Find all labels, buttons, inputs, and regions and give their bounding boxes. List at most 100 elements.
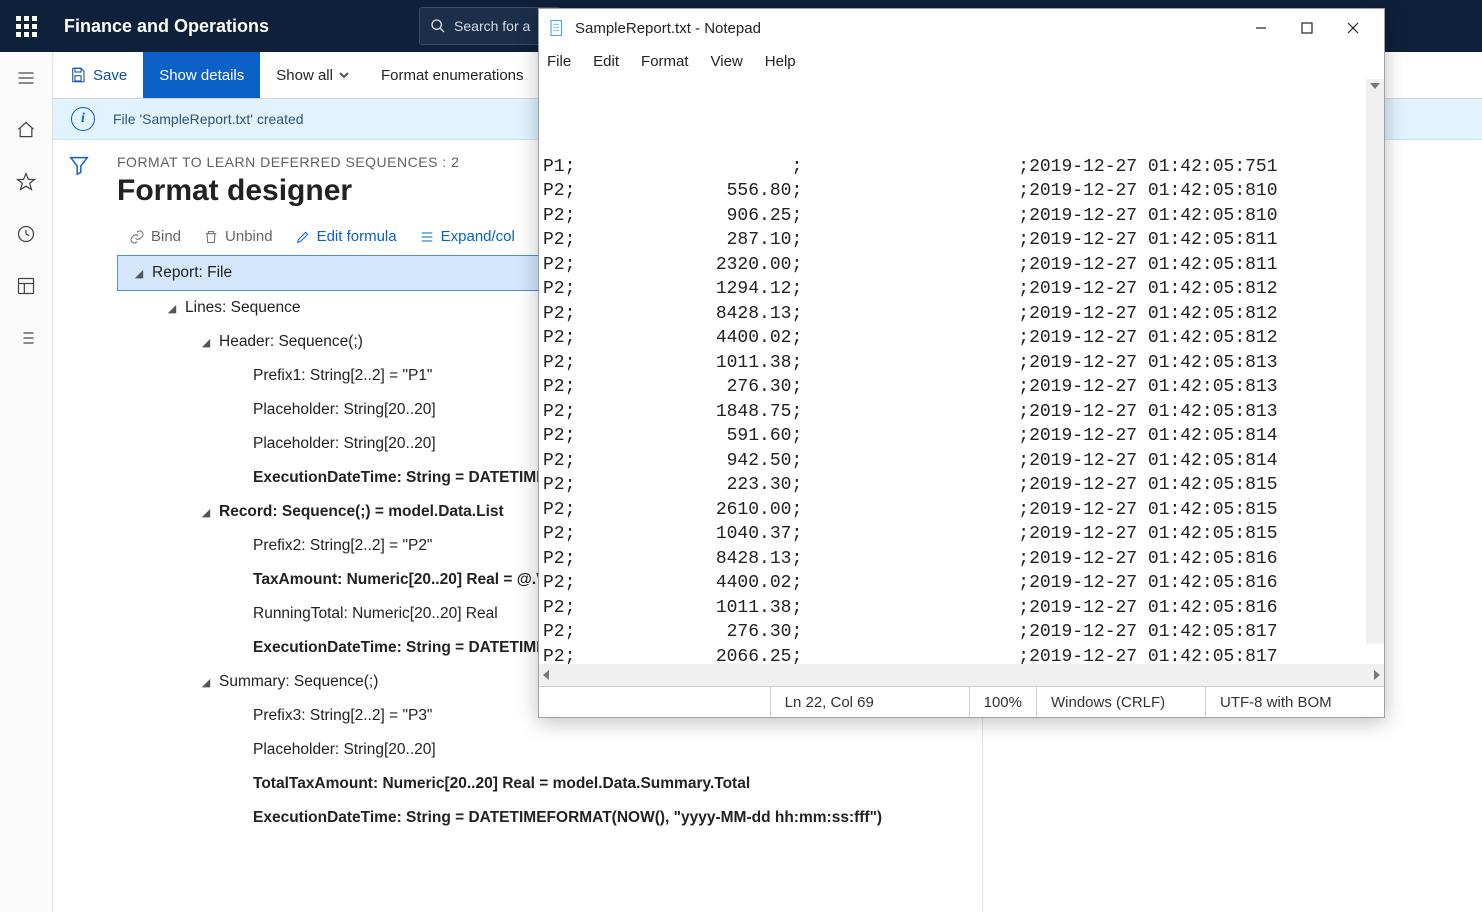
notepad-line: P2; 4400.02; ;2019-12-27 01:42:05:812 [543,326,1384,351]
notepad-title: SampleReport.txt - Notepad [575,20,1238,37]
notepad-line: P2; 276.30; ;2019-12-27 01:42:05:813 [543,375,1384,400]
notepad-line: P2; 906.25; ;2019-12-27 01:42:05:810 [543,204,1384,229]
message-text: File 'SampleReport.txt' created [113,111,304,127]
format-enumerations-button[interactable]: Format enumerations [365,52,540,98]
notepad-line: P2; 2320.00; ;2019-12-27 01:42:05:811 [543,253,1384,278]
scroll-right-arrow[interactable] [1374,670,1380,680]
nav-favorites-button[interactable] [0,156,52,208]
show-details-button[interactable]: Show details [143,52,260,98]
nav-expand-button[interactable] [0,52,52,104]
status-position: Ln 22, Col 69 [770,687,969,717]
notepad-line: P2; 223.30; ;2019-12-27 01:42:05:815 [543,473,1384,498]
trash-icon [203,229,219,245]
vertical-scrollbar[interactable] [1366,79,1384,644]
horizontal-scrollbar[interactable] [539,664,1384,686]
brand-title: Finance and Operations [52,16,269,37]
search-placeholder: Search for a [454,18,530,34]
tree-node-label: Prefix3: String[2..2] = "P3" [247,707,432,725]
notepad-menubar: File Edit Format View Help [539,47,1384,79]
tree-node-label: Prefix1: String[2..2] = "P1" [247,367,432,385]
tree-caret-icon[interactable]: ◢ [199,336,213,349]
notepad-line: P2; 276.30; ;2019-12-27 01:42:05:817 [543,620,1384,645]
tree-node-label: ExecutionDateTime: String = DATETIMEFOR [247,469,579,487]
notepad-line: P2; 1040.37; ;2019-12-27 01:42:05:815 [543,522,1384,547]
close-button[interactable] [1330,12,1376,44]
notepad-line: P2; 8428.13; ;2019-12-27 01:42:05:816 [543,547,1384,572]
notepad-line: P2; 2066.25; ;2019-12-27 01:42:05:817 [543,645,1384,665]
notepad-menu-item[interactable]: Edit [593,53,619,70]
tree-node-label: Placeholder: String[20..20] [247,401,436,419]
bind-button[interactable]: Bind [129,228,181,245]
notepad-line: P2; 2610.00; ;2019-12-27 01:42:05:815 [543,498,1384,523]
search-icon [430,18,446,34]
maximize-button[interactable] [1284,12,1330,44]
notepad-line: P2; 556.80; ;2019-12-27 01:42:05:810 [543,179,1384,204]
notepad-line: P2; 1011.38; ;2019-12-27 01:42:05:816 [543,596,1384,621]
nav-home-button[interactable] [0,104,52,156]
tree-node-label: Summary: Sequence(;) [213,673,378,691]
tree-node-label: Header: Sequence(;) [213,333,363,351]
nav-workspaces-button[interactable] [0,260,52,312]
notepad-line: P2; 8428.13; ;2019-12-27 01:42:05:812 [543,302,1384,327]
notepad-menu-item[interactable]: File [547,53,571,70]
notepad-line: P2; 4400.02; ;2019-12-27 01:42:05:816 [543,571,1384,596]
scroll-left-arrow[interactable] [543,670,549,680]
save-button[interactable]: Save [53,52,143,98]
tree-caret-icon[interactable]: ◢ [165,302,179,315]
notepad-line: P2; 591.60; ;2019-12-27 01:42:05:814 [543,424,1384,449]
filter-icon [68,154,90,176]
nav-recent-button[interactable] [0,208,52,260]
tree-node-label: Placeholder: String[20..20] [247,435,436,453]
notepad-line: P2; 1848.75; ;2019-12-27 01:42:05:813 [543,400,1384,425]
tree-node-label: Report: File [146,264,232,282]
edit-formula-button[interactable]: Edit formula [295,228,397,245]
tree-node-label: Lines: Sequence [179,299,300,317]
expand-collapse-button[interactable]: Expand/col [419,228,515,245]
notepad-window[interactable]: SampleReport.txt - Notepad File Edit Forma… [538,8,1385,718]
tree-node-label: Prefix2: String[2..2] = "P2" [247,537,432,555]
save-icon [69,66,87,84]
nav-modules-button[interactable] [0,312,52,364]
chevron-down-icon [339,70,349,80]
app-launcher-button[interactable] [0,0,52,52]
tree-caret-icon[interactable]: ◢ [199,676,213,689]
tree-node-label: ExecutionDateTime: String = DATETIMEFOR [247,639,579,657]
tree-node[interactable]: Placeholder: String[20..20] [117,733,962,767]
notepad-icon [547,18,567,38]
tree-caret-icon[interactable]: ◢ [199,506,213,519]
list-icon [419,229,435,245]
tree-node-label: ExecutionDateTime: String = DATETIMEFORM… [247,809,882,827]
left-navigation-rail [0,52,53,912]
notepad-line: P2; 1294.12; ;2019-12-27 01:42:05:812 [543,277,1384,302]
unbind-button[interactable]: Unbind [203,228,273,245]
notepad-menu-item[interactable]: View [711,53,743,70]
status-zoom: 100% [969,687,1036,717]
pencil-icon [295,229,311,245]
notepad-line: P2; 287.10; ;2019-12-27 01:42:05:811 [543,228,1384,253]
notepad-menu-item[interactable]: Format [641,53,689,70]
tree-node-label: Record: Sequence(;) = model.Data.List [213,503,504,521]
notepad-titlebar[interactable]: SampleReport.txt - Notepad [539,9,1384,47]
notepad-menu-item[interactable]: Help [765,53,796,70]
info-icon: i [71,107,95,131]
filter-button[interactable] [68,154,90,912]
notepad-line: P2; 1011.38; ;2019-12-27 01:42:05:813 [543,351,1384,376]
notepad-line: P2; 942.50; ;2019-12-27 01:42:05:814 [543,449,1384,474]
filter-column [53,140,105,912]
tree-node[interactable]: ExecutionDateTime: String = DATETIMEFORM… [117,801,962,835]
status-line-ending: Windows (CRLF) [1036,687,1205,717]
tree-node-label: Placeholder: String[20..20] [247,741,436,759]
tree-caret-icon[interactable]: ◢ [132,267,146,280]
status-encoding: UTF-8 with BOM [1205,687,1384,717]
minimize-button[interactable] [1238,12,1284,44]
tree-node-label: TaxAmount: Numeric[20..20] Real = @.Valu… [247,571,577,589]
tree-node-label: RunningTotal: Numeric[20..20] Real [247,605,498,623]
show-all-button[interactable]: Show all [260,52,365,98]
scroll-up-arrow[interactable] [1370,83,1380,89]
waffle-icon [16,16,37,37]
link-icon [129,229,145,245]
tree-node-label: TotalTaxAmount: Numeric[20..20] Real = m… [247,775,750,793]
tree-node[interactable]: TotalTaxAmount: Numeric[20..20] Real = m… [117,767,962,801]
notepad-status-bar: Ln 22, Col 69 100% Windows (CRLF) UTF-8 … [539,686,1384,717]
notepad-text-area[interactable]: P1; ; ;2019-12-27 01:42:05:751P2; 556.80… [539,79,1384,664]
